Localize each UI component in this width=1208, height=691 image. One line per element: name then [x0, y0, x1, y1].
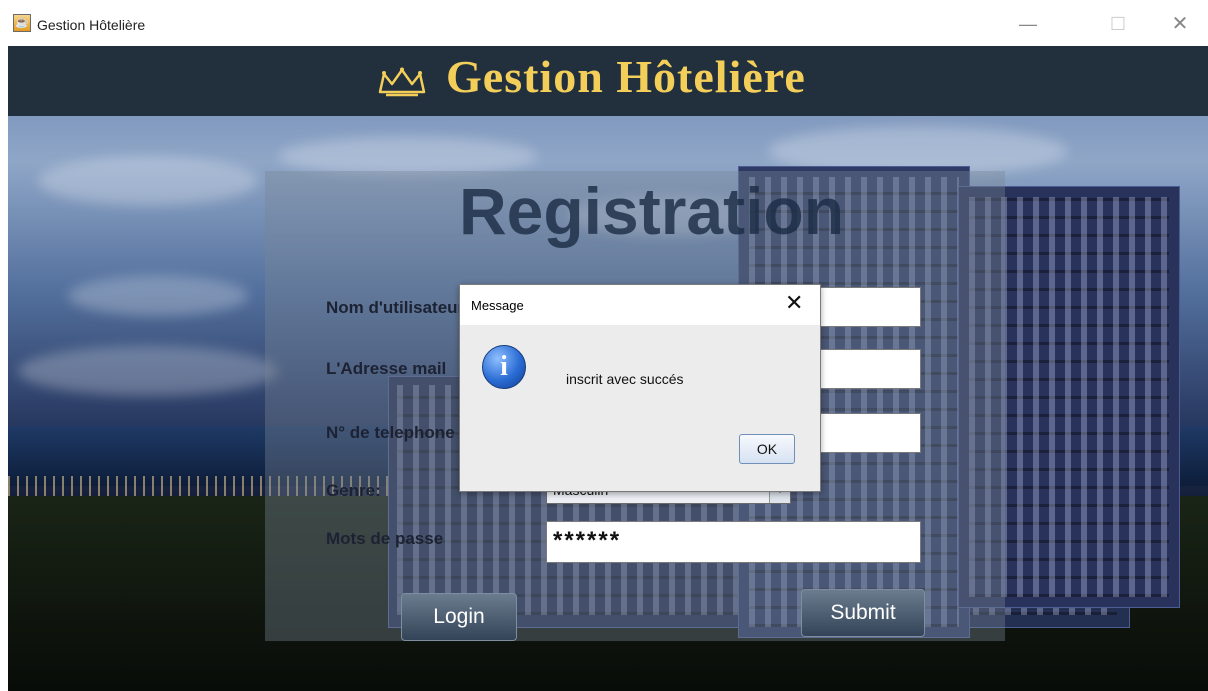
login-button[interactable]: Login — [401, 593, 517, 641]
ok-button[interactable]: OK — [739, 434, 795, 464]
password-input[interactable]: ****** — [546, 521, 921, 563]
info-icon: i — [482, 345, 526, 389]
dialog-close-button[interactable]: ✕ — [785, 291, 803, 315]
email-label: L'Adresse mail — [326, 359, 447, 378]
username-label: Nom d'utilisateur — [326, 298, 465, 317]
dialog-message: inscrit avec succés — [566, 371, 684, 387]
java-app-icon: ☕ — [13, 14, 31, 32]
app-header: Gestion Hôtelière — [8, 46, 1208, 116]
message-dialog: Message ✕ i inscrit avec succés OK — [459, 284, 821, 492]
dialog-titlebar: Message ✕ — [460, 285, 820, 325]
submit-button[interactable]: Submit — [801, 589, 925, 637]
phone-label: N° de telephone — [326, 423, 455, 442]
dialog-title: Message — [471, 298, 524, 313]
close-window-button[interactable]: ✕ — [1160, 10, 1200, 38]
minimize-button[interactable]: — — [1008, 10, 1048, 38]
window-title: Gestion Hôtelière — [37, 17, 146, 33]
registration-title: Registration — [459, 174, 845, 248]
app-heading: Gestion Hôtelière — [446, 51, 806, 102]
maximize-button[interactable]: ☐ — [1098, 10, 1138, 38]
window-titlebar: ☕ Gestion Hôtelière — ☐ ✕ — [0, 0, 1208, 46]
gender-label: Genre: — [326, 481, 381, 500]
crown-icon — [378, 67, 426, 97]
password-label: Mots de passe — [326, 529, 444, 548]
